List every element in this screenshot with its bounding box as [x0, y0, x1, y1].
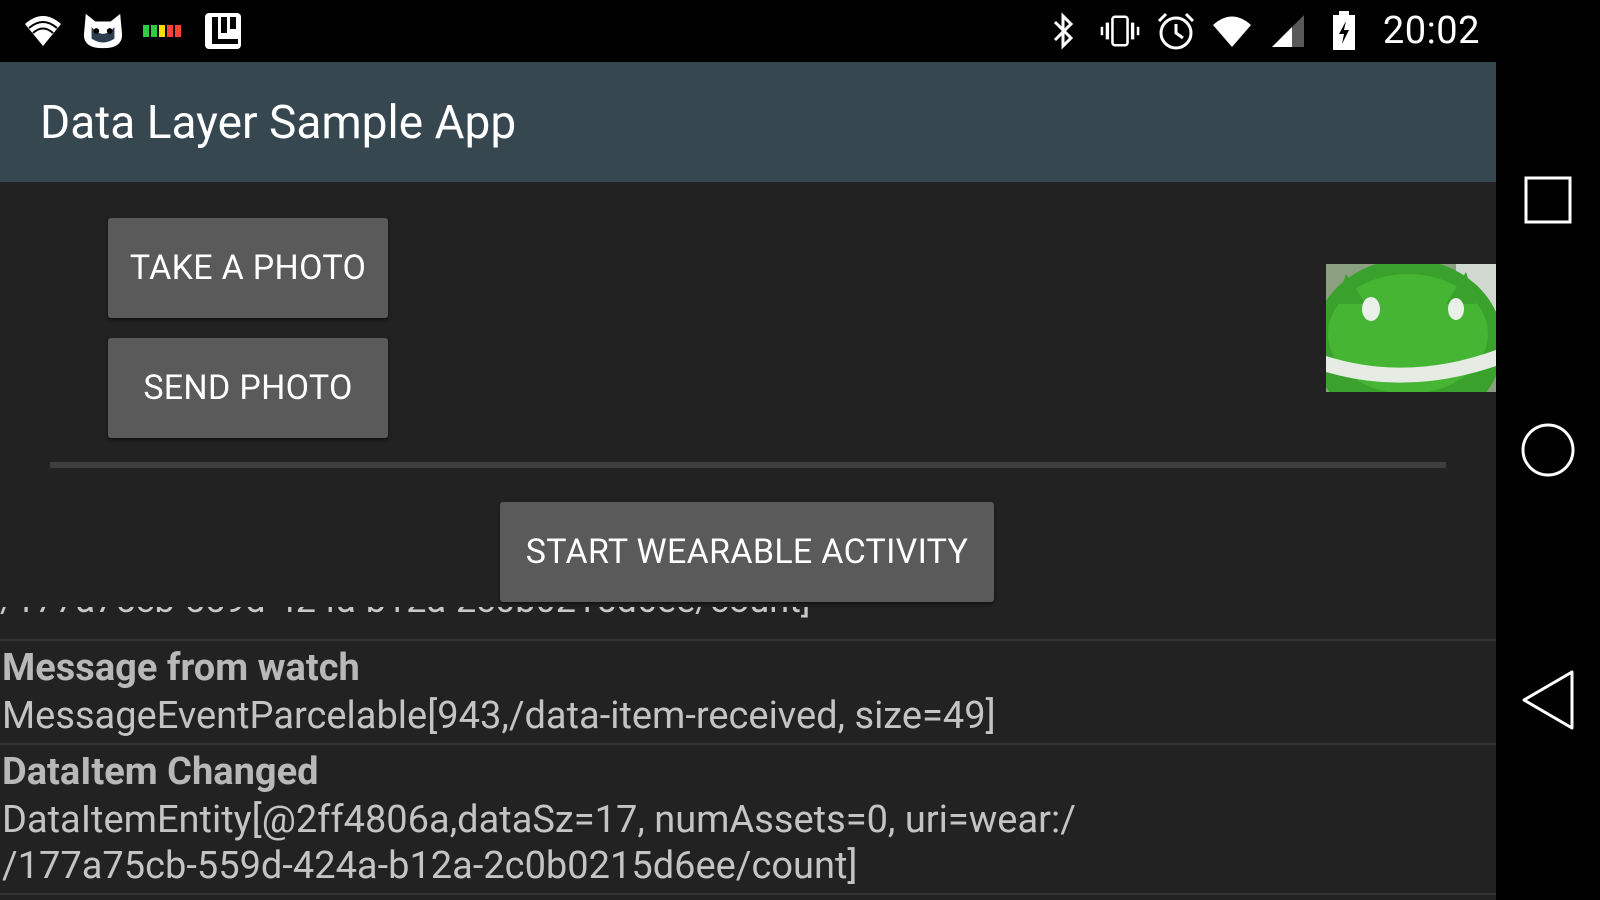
notification-icons: [22, 10, 244, 52]
log-body: MessageEventParcelable[943,/data-item-re…: [2, 694, 996, 738]
event-log-list[interactable]: /177a75cb-559d-424a-b12a-2c0b0215d6ee/co…: [0, 607, 1496, 895]
main-content: TAKE A PHOTO SEND PHOTO START WEARABLE A…: [0, 182, 1496, 900]
send-photo-button[interactable]: SEND PHOTO: [108, 338, 388, 438]
navigation-bar: [1496, 0, 1600, 900]
log-body: /177a75cb-559d-424a-b12a-2c0b0215d6ee/co…: [2, 844, 858, 888]
alarm-icon: [1155, 10, 1197, 52]
system-icons: 20:02: [1043, 9, 1480, 53]
home-button[interactable]: [1518, 420, 1578, 480]
divider: [50, 462, 1446, 468]
status-bar: 20:02: [0, 0, 1496, 62]
wifi-icon: [22, 10, 64, 52]
start-wearable-activity-button[interactable]: START WEARABLE ACTIVITY: [500, 502, 994, 602]
log-title: Message from watch: [2, 646, 360, 690]
bluetooth-icon: [1043, 10, 1085, 52]
log-title: DataItem Changed: [2, 750, 319, 794]
recents-button[interactable]: [1518, 170, 1578, 230]
back-button[interactable]: [1518, 670, 1578, 730]
action-bar: Data Layer Sample App: [0, 62, 1496, 182]
log-body: /177a75cb-559d-424a-b12a-2c0b0215d6ee/co…: [0, 607, 810, 621]
list-item: Message from watch MessageEventParcelabl…: [0, 641, 1496, 745]
cell-signal-icon: [1267, 10, 1309, 52]
list-item: DataItem Changed DataItemEntity[@2ff4806…: [0, 745, 1496, 895]
signal-meter-icon: [142, 10, 184, 52]
take-photo-button[interactable]: TAKE A PHOTO: [108, 218, 388, 318]
vibrate-icon: [1099, 10, 1141, 52]
photo-thumbnail: [1326, 264, 1496, 392]
battery-charging-icon: [1323, 10, 1365, 52]
wifi-icon: [1211, 10, 1253, 52]
app-title: Data Layer Sample App: [40, 96, 517, 150]
clock: 20:02: [1382, 9, 1480, 53]
list-item: /177a75cb-559d-424a-b12a-2c0b0215d6ee/co…: [0, 607, 1496, 641]
launcher-app-icon: [202, 10, 244, 52]
log-body: DataItemEntity[@2ff4806a,dataSz=17, numA…: [2, 798, 1076, 842]
cat-app-icon: [82, 10, 124, 52]
